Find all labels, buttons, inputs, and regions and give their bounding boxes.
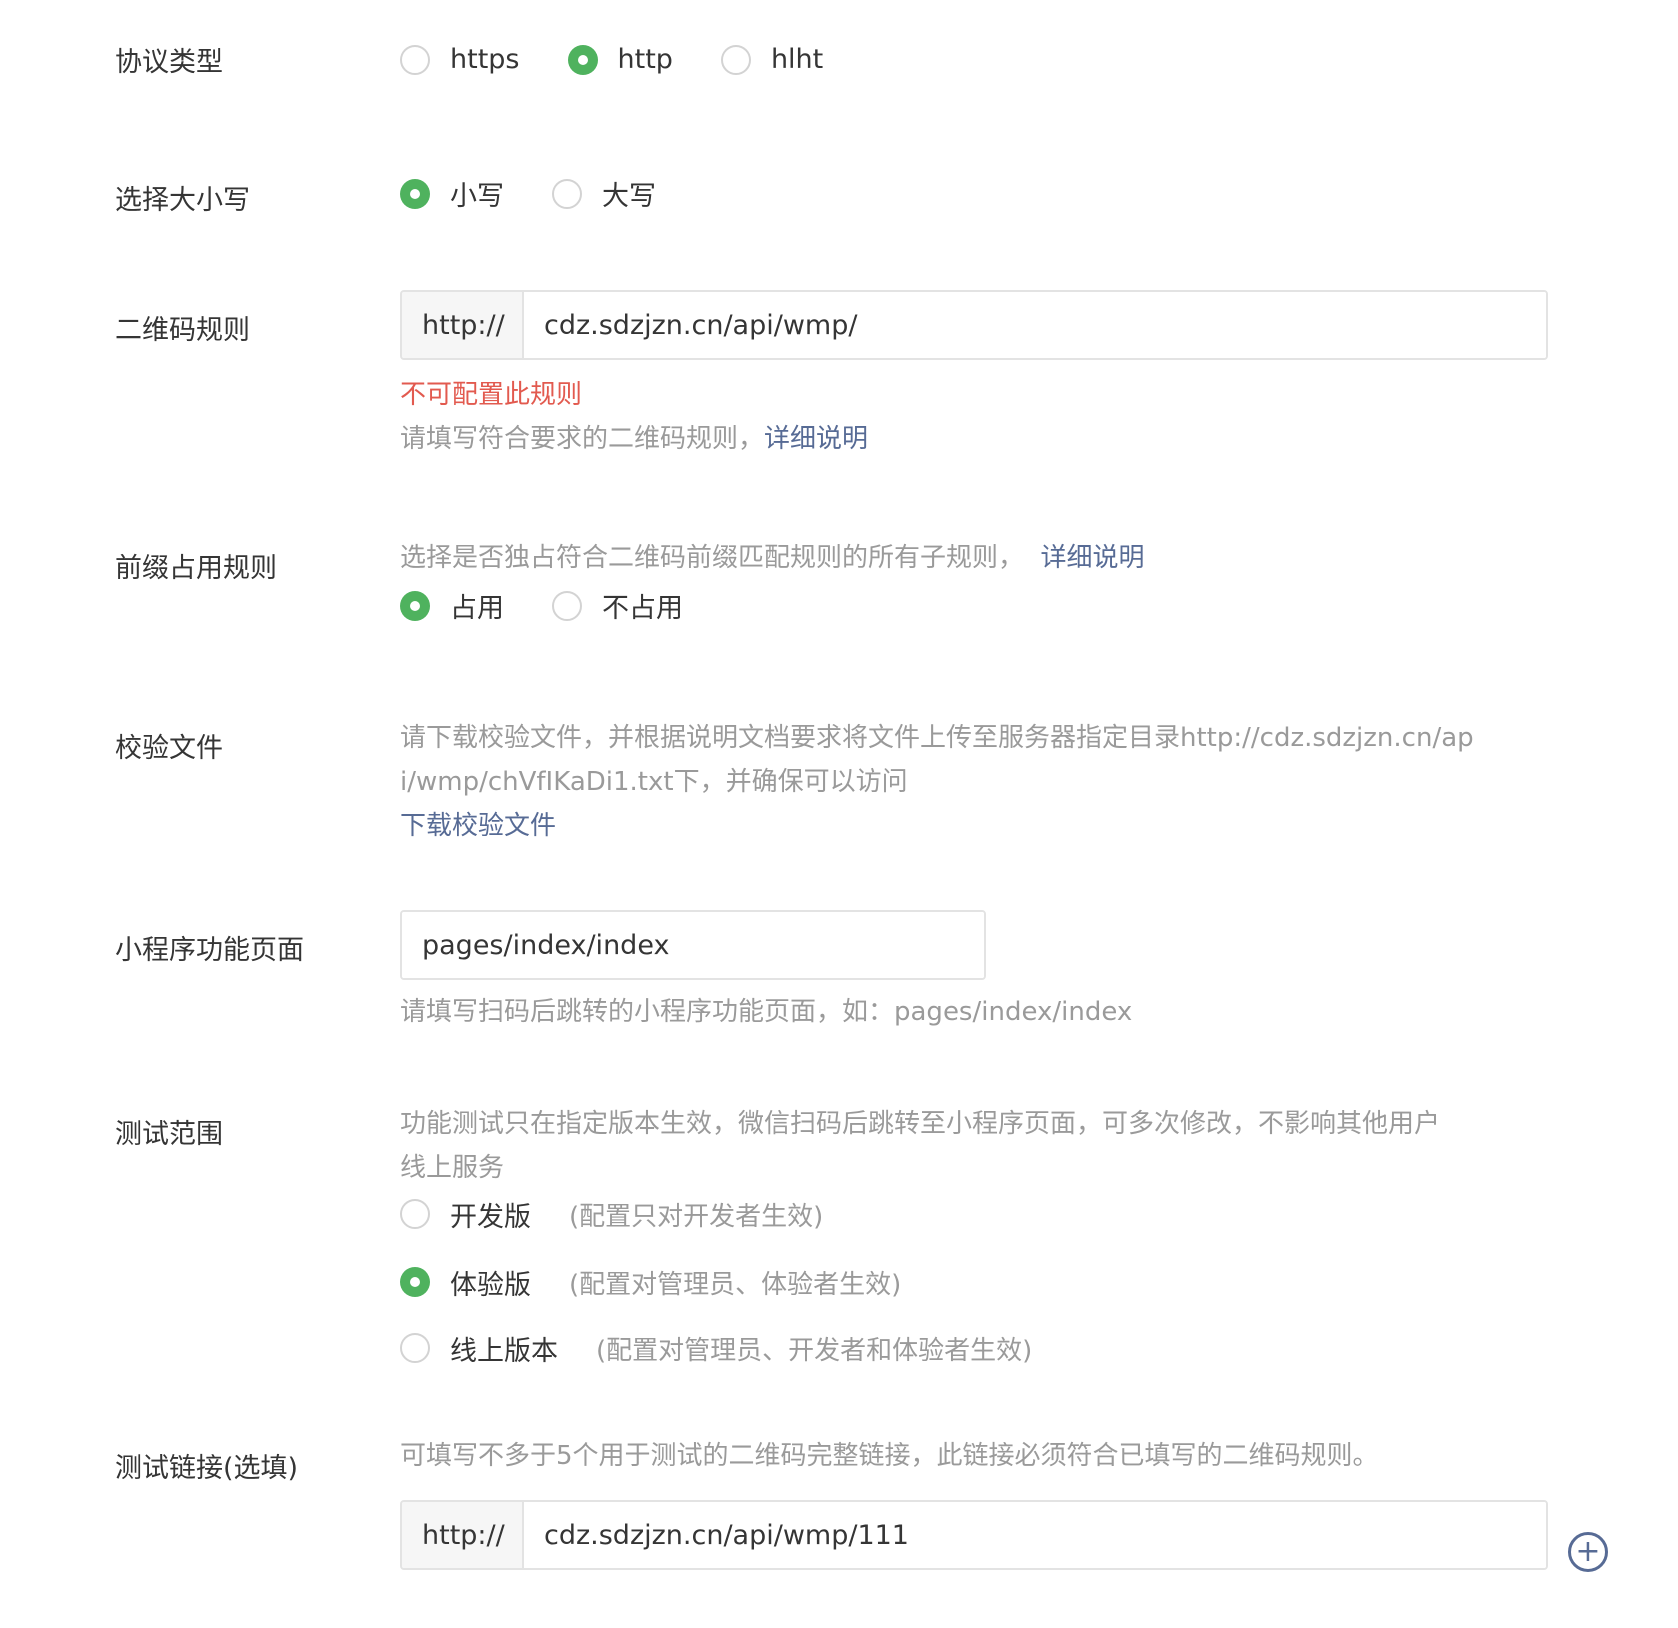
scope-option-label: 体验版	[450, 1269, 531, 1301]
test-scope-desc-line1: 功能测试只在指定版本生效，微信扫码后跳转至小程序页面，可多次修改，不影响其他用户	[400, 1109, 1441, 1139]
radio-lowercase[interactable]	[400, 178, 430, 209]
prefix-option-label: 占用	[450, 593, 504, 624]
protocol-label: 协议类型	[115, 47, 223, 78]
qr-rule-detail-link[interactable]: 详细说明	[764, 424, 868, 454]
test-scope-content: 功能测试只在指定版本生效，微信扫码后跳转至小程序页面，可多次修改，不影响其他用户…	[400, 1102, 1548, 1370]
protocol-option-hlht[interactable]: hlht	[720, 44, 824, 75]
protocol-option-http[interactable]: http	[567, 44, 673, 75]
prefix-rule-desc-text: 选择是否独占符合二维码前缀匹配规则的所有子规则，	[400, 543, 1025, 573]
radio-occupy[interactable]	[400, 590, 430, 621]
page-content: 请填写扫码后跳转的小程序功能页面，如：pages/index/index	[400, 910, 1548, 1034]
prefix-rule-content: 选择是否独占符合二维码前缀匹配规则的所有子规则， 详细说明 占用 不占用	[400, 536, 1548, 625]
scope-option-label: 线上版本	[450, 1335, 558, 1367]
radio-https[interactable]	[400, 44, 430, 75]
scope-option-note: (配置对管理员、体验者生效)	[569, 1269, 902, 1300]
prefix-rule-label: 前缀占用规则	[115, 553, 277, 584]
radio-uppercase[interactable]	[552, 178, 582, 209]
test-link-input[interactable]	[524, 1502, 1546, 1568]
test-link-content: 可填写不多于5个用于测试的二维码完整链接，此链接必须符合已填写的二维码规则。 h…	[400, 1434, 1548, 1570]
case-option-label: 大写	[602, 181, 656, 212]
case-option-upper[interactable]: 大写	[552, 174, 656, 213]
radio-release[interactable]	[400, 1333, 430, 1363]
protocol-radio-group: https http hlht	[400, 44, 1548, 75]
page-input[interactable]	[402, 912, 984, 978]
radio-trial[interactable]	[400, 1267, 430, 1297]
test-scope-desc-line2: 线上服务	[400, 1153, 505, 1183]
verify-file-desc-line1: 请下载校验文件，并根据说明文档要求将文件上传至服务器指定目录http://cdz…	[400, 723, 1474, 753]
scope-option-note: (配置只对开发者生效)	[569, 1201, 824, 1232]
case-radio-group: 小写 大写	[400, 174, 1548, 213]
test-link-desc: 可填写不多于5个用于测试的二维码完整链接，此链接必须符合已填写的二维码规则。	[400, 1441, 1379, 1471]
qr-rule-hint: 请填写符合要求的二维码规则，详细说明	[400, 417, 1548, 461]
protocol-option-label: http	[617, 44, 673, 75]
qr-rule-label: 二维码规则	[115, 315, 250, 346]
qr-rule-hint-text: 请填写符合要求的二维码规则，	[400, 424, 765, 454]
case-label: 选择大小写	[115, 185, 250, 216]
test-link-protocol-prefix: http://	[402, 1502, 524, 1568]
test-link-input-group: http://	[400, 1500, 1548, 1570]
qr-rule-content: http:// 不可配置此规则 请填写符合要求的二维码规则，详细说明	[400, 290, 1548, 461]
prefix-option-not-occupy[interactable]: 不占用	[552, 586, 683, 625]
prefix-rule-radio-group: 占用 不占用	[400, 586, 1548, 625]
download-verify-file-link[interactable]: 下载校验文件	[400, 804, 1548, 848]
qr-rule-error: 不可配置此规则	[400, 380, 583, 410]
qr-rule-input[interactable]	[524, 292, 1546, 358]
case-option-lower[interactable]: 小写	[400, 174, 504, 213]
scope-option-trial[interactable]: 体验版 (配置对管理员、体验者生效)	[400, 1260, 1500, 1304]
prefix-rule-detail-link[interactable]: 详细说明	[1041, 543, 1145, 573]
test-link-label: 测试链接(选填)	[115, 1453, 299, 1484]
protocol-option-label: hlht	[770, 44, 824, 75]
radio-develop[interactable]	[400, 1199, 430, 1229]
page-label: 小程序功能页面	[115, 935, 304, 966]
scope-option-develop[interactable]: 开发版 (配置只对开发者生效)	[400, 1192, 1500, 1236]
scope-option-release[interactable]: 线上版本 (配置对管理员、开发者和体验者生效)	[400, 1326, 1500, 1370]
page-input-group	[400, 910, 986, 980]
prefix-option-occupy[interactable]: 占用	[400, 586, 504, 625]
protocol-option-https[interactable]: https	[400, 44, 520, 75]
prefix-option-label: 不占用	[602, 593, 683, 624]
radio-not-occupy[interactable]	[552, 590, 582, 621]
test-scope-label: 测试范围	[115, 1119, 223, 1150]
radio-http[interactable]	[567, 44, 598, 75]
radio-hlht[interactable]	[720, 44, 751, 75]
scope-option-note: (配置对管理员、开发者和体验者生效)	[596, 1335, 1033, 1366]
plus-circle-icon[interactable]: +	[1568, 1532, 1608, 1572]
scope-option-label: 开发版	[450, 1201, 531, 1233]
page-hint: 请填写扫码后跳转的小程序功能页面，如：pages/index/index	[400, 997, 1133, 1027]
prefix-rule-desc: 选择是否独占符合二维码前缀匹配规则的所有子规则， 详细说明	[400, 536, 1548, 580]
qr-rule-input-group: http://	[400, 290, 1548, 360]
qr-rule-protocol-prefix: http://	[402, 292, 524, 358]
case-option-label: 小写	[450, 181, 504, 212]
protocol-option-label: https	[450, 44, 520, 75]
verify-file-desc-line2: i/wmp/chVfIKaDi1.txt下，并确保可以访问	[400, 767, 908, 797]
verify-file-label: 校验文件	[115, 733, 223, 764]
verify-file-content: 请下载校验文件，并根据说明文档要求将文件上传至服务器指定目录http://cdz…	[400, 716, 1548, 848]
